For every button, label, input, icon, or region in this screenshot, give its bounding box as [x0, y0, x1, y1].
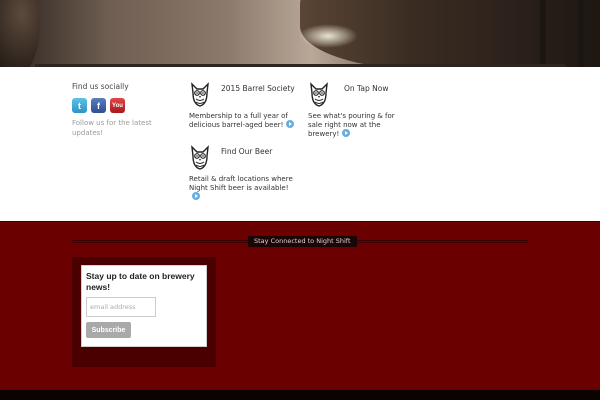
promo-title: On Tap Now	[344, 84, 389, 93]
barrel-hoop	[578, 0, 584, 67]
owl-logo-icon	[191, 145, 209, 170]
promo-on-tap: On Tap Now See what's pouring & for sale…	[308, 82, 408, 139]
promo-description-text: Retail & draft locations where Night Shi…	[189, 175, 293, 192]
hero-bottom-strip	[35, 64, 565, 67]
social-section: Find us socially t f You Follow us for t…	[72, 82, 172, 138]
promo-find-beer-link[interactable]: Find Our Beer	[189, 145, 299, 171]
barrel-hoop	[540, 0, 546, 67]
more-arrow-icon[interactable]	[192, 192, 200, 200]
newsletter-signup-form: Stay up to date on brewery news! Subscri…	[81, 265, 207, 347]
section-heading: Stay Connected to Night Shift	[248, 236, 357, 247]
barrel-left-shape	[0, 0, 40, 67]
social-heading: Find us socially	[72, 82, 129, 91]
social-icons: t f You	[72, 98, 172, 113]
promo-title: Find Our Beer	[221, 147, 273, 156]
more-arrow-icon[interactable]	[342, 129, 351, 137]
promo-barrel-society: 2015 Barrel Society Membership to a full…	[189, 82, 299, 130]
youtube-icon[interactable]: You	[110, 98, 125, 113]
promo-description-text: See what's pouring & for sale right now …	[308, 112, 395, 138]
facebook-icon[interactable]: f	[91, 98, 106, 113]
bottom-bar	[0, 390, 600, 400]
email-input[interactable]	[86, 297, 156, 317]
follow-text: Follow us for the latest updates!	[72, 119, 152, 137]
owl-logo-icon	[191, 82, 209, 107]
owl-logo-icon	[310, 82, 328, 107]
promo-title: 2015 Barrel Society	[221, 84, 295, 93]
foam-highlight	[298, 24, 358, 48]
newsletter-title: Stay up to date on brewery news!	[86, 271, 195, 292]
promo-description: Retail & draft locations where Night Shi…	[189, 175, 299, 202]
more-arrow-icon[interactable]	[286, 120, 295, 128]
twitter-icon[interactable]: t	[72, 98, 87, 113]
promo-description: See what's pouring & for sale right now …	[308, 112, 408, 139]
promo-description: Membership to a full year of delicious b…	[189, 112, 299, 130]
hero-barrel-photo	[0, 0, 600, 67]
subscribe-button[interactable]: Subscribe	[86, 322, 131, 338]
promo-on-tap-link[interactable]: On Tap Now	[308, 82, 408, 108]
promo-find-beer: Find Our Beer Retail & draft locations w…	[189, 145, 299, 202]
promo-barrel-society-link[interactable]: 2015 Barrel Society	[189, 82, 299, 108]
promo-description-text: Membership to a full year of delicious b…	[189, 112, 288, 129]
